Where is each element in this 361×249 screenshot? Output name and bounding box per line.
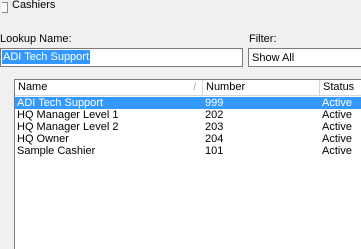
row-name: Sample Cashier xyxy=(17,145,96,157)
lookup-name-input[interactable]: ADI Tech Support xyxy=(0,48,243,67)
list-row[interactable]: ADI Tech Support 999 Active xyxy=(15,97,361,109)
window-icon xyxy=(2,1,8,13)
row-number: 999 xyxy=(205,97,224,109)
row-number: 204 xyxy=(205,133,224,145)
column-status-label: Status xyxy=(323,81,355,93)
filter-selected-value: Show All xyxy=(252,52,295,64)
column-header-status[interactable]: Status xyxy=(320,80,361,95)
row-number: 101 xyxy=(205,145,224,157)
row-name: ADI Tech Support xyxy=(17,97,104,109)
sort-indicator-icon: / xyxy=(193,82,196,93)
row-status: Active xyxy=(322,121,352,133)
row-status: Active xyxy=(322,133,352,145)
row-number: 202 xyxy=(205,109,224,121)
row-status: Active xyxy=(322,145,352,157)
cashiers-window: Cashiers Lookup Name: Filter: ADI Tech S… xyxy=(0,0,361,249)
window-title: Cashiers xyxy=(12,0,56,11)
column-number-label: Number xyxy=(206,81,246,93)
title-bar: Cashiers xyxy=(0,0,361,14)
list-row[interactable]: HQ Manager Level 1 202 Active xyxy=(15,109,361,121)
lookup-name-label: Lookup Name: xyxy=(0,33,72,45)
row-name: HQ Owner xyxy=(17,133,69,145)
column-name-label: Name xyxy=(18,81,48,93)
row-name: HQ Manager Level 1 xyxy=(17,109,119,121)
cashier-list[interactable]: Name / Number Status ADI Tech Support 99… xyxy=(14,79,361,249)
column-header-number[interactable]: Number xyxy=(203,80,320,95)
row-status: Active xyxy=(322,109,352,121)
lookup-name-value: ADI Tech Support xyxy=(2,50,91,64)
list-rows: ADI Tech Support 999 Active HQ Manager L… xyxy=(15,96,361,157)
list-row[interactable]: Sample Cashier 101 Active xyxy=(15,145,361,157)
row-name: HQ Manager Level 2 xyxy=(17,121,119,133)
filter-label: Filter: xyxy=(249,33,277,45)
list-header: Name / Number Status xyxy=(15,80,361,96)
row-status: Active xyxy=(322,97,352,109)
row-number: 203 xyxy=(205,121,224,133)
column-header-name[interactable]: Name / xyxy=(15,80,203,95)
list-row[interactable]: HQ Manager Level 2 203 Active xyxy=(15,121,361,133)
filter-dropdown[interactable]: Show All xyxy=(248,48,361,67)
list-row[interactable]: HQ Owner 204 Active xyxy=(15,133,361,145)
